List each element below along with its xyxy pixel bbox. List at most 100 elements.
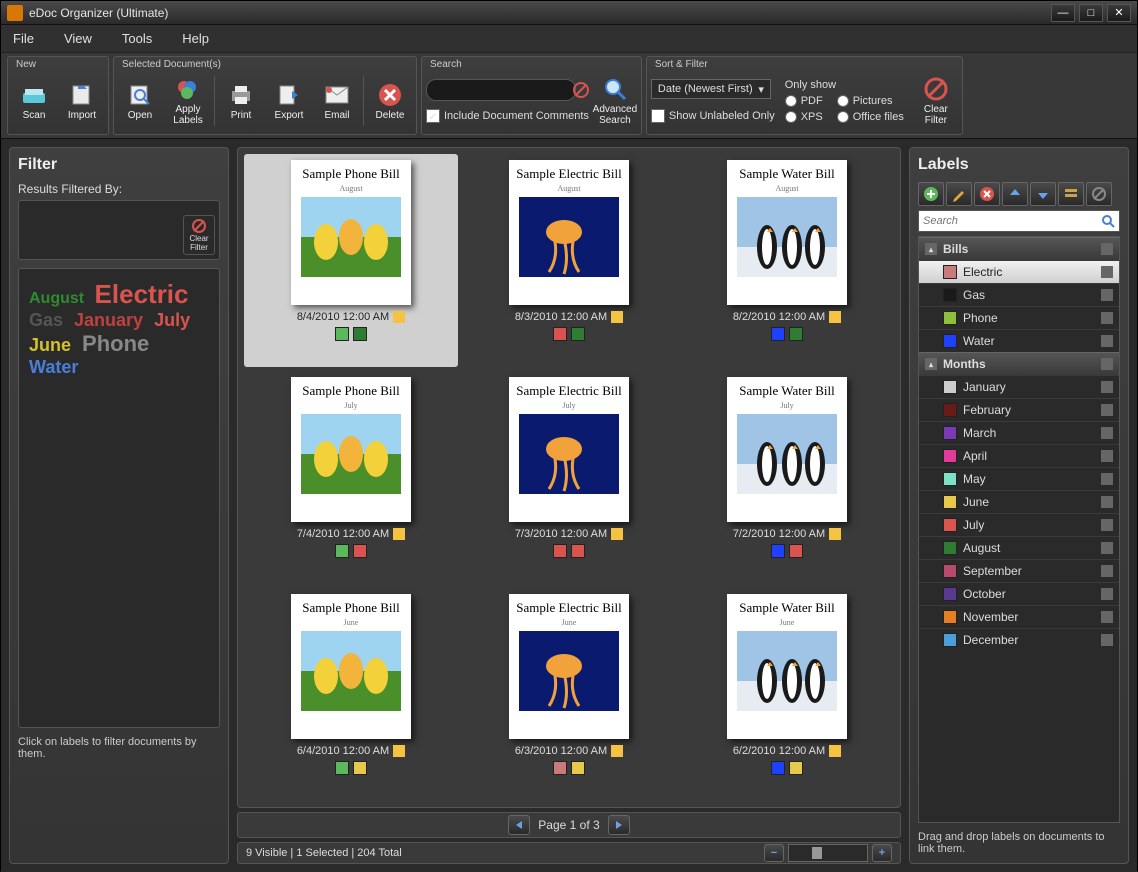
label-checkbox[interactable]	[1101, 588, 1113, 600]
label-item[interactable]: Gas	[919, 283, 1119, 306]
menu-help[interactable]: Help	[182, 31, 209, 46]
clear-filter-button[interactable]: Clear Filter	[914, 73, 958, 129]
filter-tag[interactable]: Phone	[82, 331, 149, 356]
filter-tag[interactable]: Electric	[95, 279, 189, 309]
zoom-slider[interactable]	[788, 844, 868, 862]
label-checkbox[interactable]	[1101, 335, 1113, 347]
label-checkbox[interactable]	[1101, 312, 1113, 324]
collapse-icon[interactable]: ▴	[925, 358, 937, 370]
label-checkbox[interactable]	[1101, 542, 1113, 554]
filter-tag[interactable]: June	[29, 335, 76, 355]
label-down-button[interactable]	[1030, 182, 1056, 206]
close-button[interactable]: ✕	[1107, 4, 1131, 22]
label-item[interactable]: September	[919, 559, 1119, 582]
note-icon[interactable]	[393, 311, 405, 323]
label-delete-button[interactable]	[974, 182, 1000, 206]
note-icon[interactable]	[829, 745, 841, 757]
label-item[interactable]: October	[919, 582, 1119, 605]
zoom-out-button[interactable]: −	[764, 844, 784, 862]
print-button[interactable]: Print	[219, 73, 263, 129]
note-icon[interactable]	[611, 745, 623, 757]
label-item[interactable]: May	[919, 467, 1119, 490]
apply-labels-button[interactable]: Apply Labels	[166, 73, 210, 129]
label-checkbox[interactable]	[1101, 473, 1113, 485]
note-icon[interactable]	[393, 745, 405, 757]
label-group-header[interactable]: ▴Months	[919, 352, 1119, 375]
label-item[interactable]: March	[919, 421, 1119, 444]
note-icon[interactable]	[829, 311, 841, 323]
document-cell[interactable]: Sample Water BillJune6/2/2010 12:00 AM	[680, 588, 894, 801]
label-add-button[interactable]	[918, 182, 944, 206]
prev-page-button[interactable]	[508, 815, 530, 835]
label-checkbox[interactable]	[1101, 611, 1113, 623]
minimize-button[interactable]: —	[1051, 4, 1075, 22]
maximize-button[interactable]: □	[1079, 4, 1103, 22]
open-button[interactable]: Open	[118, 73, 162, 129]
note-icon[interactable]	[393, 528, 405, 540]
scan-button[interactable]: Scan	[12, 73, 56, 129]
document-cell[interactable]: Sample Water BillAugust8/2/2010 12:00 AM	[680, 154, 894, 367]
zoom-in-button[interactable]: +	[872, 844, 892, 862]
label-checkbox[interactable]	[1101, 427, 1113, 439]
xps-radio[interactable]	[785, 111, 797, 123]
group-checkbox[interactable]	[1101, 243, 1113, 255]
clear-search-icon[interactable]	[573, 82, 589, 98]
label-edit-button[interactable]	[946, 182, 972, 206]
label-checkbox[interactable]	[1101, 519, 1113, 531]
label-item[interactable]: February	[919, 398, 1119, 421]
note-icon[interactable]	[611, 311, 623, 323]
label-group-button[interactable]	[1058, 182, 1084, 206]
include-comments-checkbox[interactable]: ✓	[426, 109, 440, 123]
export-button[interactable]: Export	[267, 73, 311, 129]
menu-file[interactable]: File	[13, 31, 34, 46]
document-cell[interactable]: Sample Phone BillAugust8/4/2010 12:00 AM	[244, 154, 458, 367]
document-cell[interactable]: Sample Electric BillJune6/3/2010 12:00 A…	[462, 588, 676, 801]
label-item[interactable]: June	[919, 490, 1119, 513]
group-checkbox[interactable]	[1101, 358, 1113, 370]
note-icon[interactable]	[611, 528, 623, 540]
menu-tools[interactable]: Tools	[122, 31, 152, 46]
filter-tag[interactable]: Gas	[29, 310, 68, 330]
document-cell[interactable]: Sample Phone BillJune6/4/2010 12:00 AM	[244, 588, 458, 801]
menu-view[interactable]: View	[64, 31, 92, 46]
document-cell[interactable]: Sample Electric BillAugust8/3/2010 12:00…	[462, 154, 676, 367]
document-cell[interactable]: Sample Water BillJuly7/2/2010 12:00 AM	[680, 371, 894, 584]
label-checkbox[interactable]	[1101, 634, 1113, 646]
delete-button[interactable]: Delete	[368, 73, 412, 129]
unlabeled-checkbox[interactable]	[651, 109, 665, 123]
pdf-radio[interactable]	[785, 95, 797, 107]
filter-tag[interactable]: August	[29, 290, 89, 307]
search-icon[interactable]	[1101, 214, 1115, 228]
document-cell[interactable]: Sample Phone BillJuly7/4/2010 12:00 AM	[244, 371, 458, 584]
document-cell[interactable]: Sample Electric BillJuly7/3/2010 12:00 A…	[462, 371, 676, 584]
label-item[interactable]: Electric	[919, 260, 1119, 283]
label-item[interactable]: Water	[919, 329, 1119, 352]
note-icon[interactable]	[829, 528, 841, 540]
filter-tag[interactable]: January	[74, 310, 148, 330]
label-item[interactable]: Phone	[919, 306, 1119, 329]
clear-filter-small-button[interactable]: Clear Filter	[183, 215, 215, 255]
label-item[interactable]: November	[919, 605, 1119, 628]
office-radio[interactable]	[837, 111, 849, 123]
filter-tag[interactable]: Water	[29, 357, 78, 377]
label-item[interactable]: July	[919, 513, 1119, 536]
label-search-input[interactable]	[923, 215, 1101, 227]
collapse-icon[interactable]: ▴	[925, 243, 937, 255]
filter-tag[interactable]: July	[154, 310, 190, 330]
search-input[interactable]	[431, 84, 573, 96]
email-button[interactable]: Email	[315, 73, 359, 129]
advanced-search-button[interactable]: Advanced Search	[593, 73, 637, 129]
label-item[interactable]: April	[919, 444, 1119, 467]
label-checkbox[interactable]	[1101, 565, 1113, 577]
label-checkbox[interactable]	[1101, 450, 1113, 462]
label-checkbox[interactable]	[1101, 496, 1113, 508]
label-checkbox[interactable]	[1101, 266, 1113, 278]
next-page-button[interactable]	[608, 815, 630, 835]
label-item[interactable]: December	[919, 628, 1119, 651]
label-checkbox[interactable]	[1101, 404, 1113, 416]
label-checkbox[interactable]	[1101, 381, 1113, 393]
label-group-header[interactable]: ▴Bills	[919, 237, 1119, 260]
label-clear-button[interactable]	[1086, 182, 1112, 206]
label-item[interactable]: January	[919, 375, 1119, 398]
import-button[interactable]: Import	[60, 73, 104, 129]
